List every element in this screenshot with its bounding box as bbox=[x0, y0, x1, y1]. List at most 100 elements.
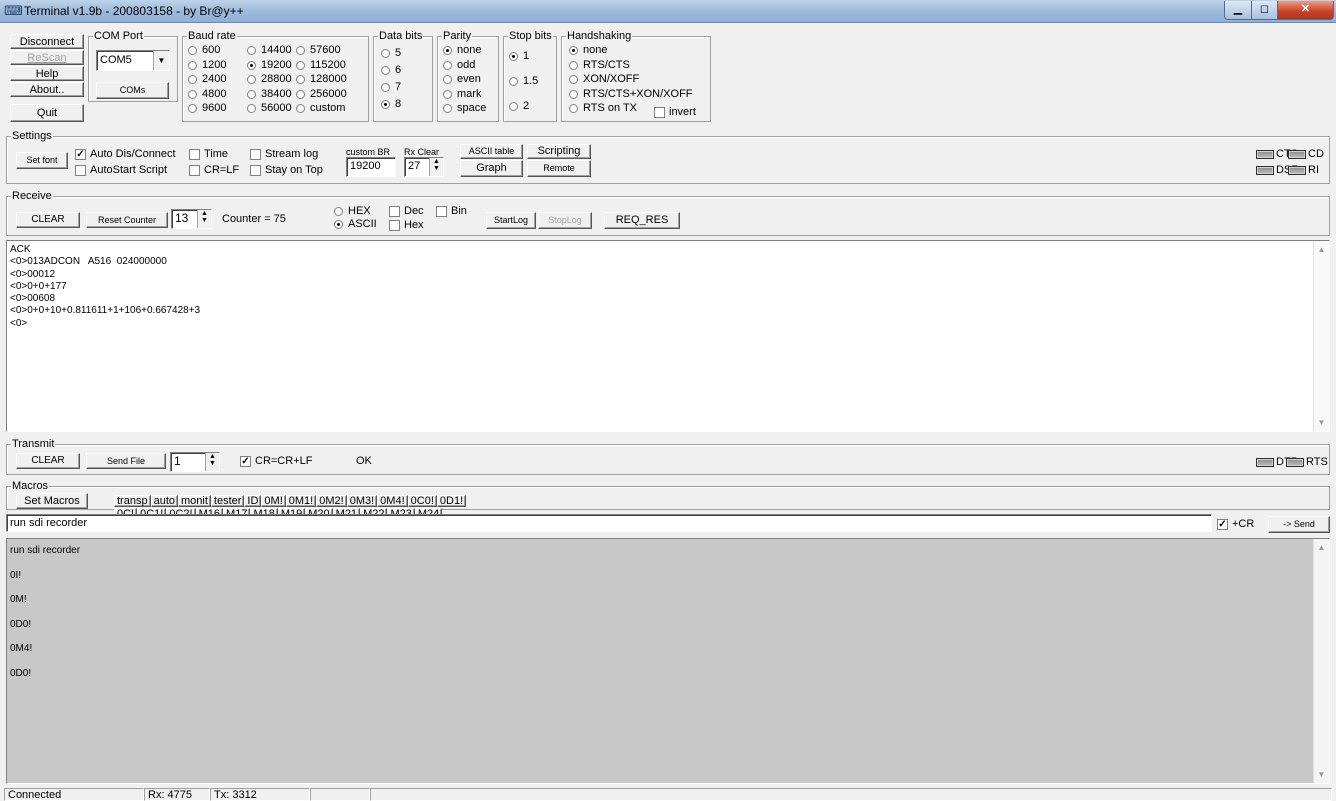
baud-radio-115200[interactable]: 115200 bbox=[296, 59, 346, 72]
disconnect-button[interactable]: Disconnect bbox=[10, 34, 84, 49]
bin-box[interactable] bbox=[436, 206, 447, 217]
stay-on-top-box[interactable] bbox=[250, 165, 261, 176]
bin-checkbox[interactable]: Bin bbox=[436, 205, 467, 218]
scripting-button[interactable]: Scripting bbox=[527, 144, 591, 159]
ascii-table-button[interactable]: ASCII table bbox=[460, 144, 523, 159]
radio-dot[interactable] bbox=[569, 46, 578, 55]
hex-radio[interactable]: HEX bbox=[334, 205, 371, 218]
parity-radio-mark[interactable]: mark bbox=[443, 88, 481, 101]
stay-on-top-checkbox[interactable]: Stay on Top bbox=[250, 164, 323, 177]
baud-radio-2400[interactable]: 2400 bbox=[188, 73, 226, 86]
macro-button-0m3-bang[interactable]: 0M3! bbox=[346, 495, 378, 507]
plus-cr-box[interactable] bbox=[1217, 519, 1228, 530]
output-scrollbar[interactable]: ▲ ▼ bbox=[1313, 539, 1329, 783]
receive-terminal[interactable]: ACK <0>013ADCON A516 024000000 <0>00012 <0>… bbox=[6, 240, 1330, 432]
auto-dis-connect-box[interactable] bbox=[75, 149, 86, 160]
radio-dot[interactable] bbox=[188, 104, 197, 113]
chevron-down-icon[interactable]: ▼ bbox=[153, 51, 169, 70]
macro-button-0c0-bang[interactable]: 0C0! bbox=[407, 495, 437, 507]
dec-checkbox[interactable]: Dec bbox=[389, 205, 424, 218]
macro-button-0m-bang[interactable]: 0M! bbox=[261, 495, 286, 507]
coms-button[interactable]: COMs bbox=[96, 82, 169, 99]
radio-dot[interactable] bbox=[381, 100, 390, 109]
macro-button-0m4-bang[interactable]: 0M4! bbox=[377, 495, 408, 507]
auto-dis-connect-checkbox[interactable]: Auto Dis/Connect bbox=[75, 148, 176, 161]
help-button[interactable]: Help bbox=[10, 66, 84, 81]
baud-radio-128000[interactable]: 128000 bbox=[296, 73, 347, 86]
com-port-select[interactable]: COM5 ▼ bbox=[96, 50, 170, 71]
radio-dot[interactable] bbox=[188, 46, 197, 55]
scroll-down-icon[interactable]: ▼ bbox=[1314, 418, 1329, 427]
handshaking-radio-2[interactable]: XON/XOFF bbox=[569, 73, 639, 86]
rescan-button[interactable]: ReScan bbox=[10, 50, 84, 65]
radio-dot[interactable] bbox=[443, 89, 452, 99]
send-button[interactable]: -> Send bbox=[1268, 516, 1330, 533]
radio-dot[interactable] bbox=[509, 52, 518, 61]
handshaking-radio-1[interactable]: RTS/CTS bbox=[569, 59, 630, 72]
set-font-button[interactable]: Set font bbox=[16, 152, 68, 169]
macro-button-auto[interactable]: auto bbox=[150, 495, 178, 507]
macro-button-monit[interactable]: monit bbox=[178, 495, 211, 507]
send-input[interactable]: run sdi recorder bbox=[6, 514, 1212, 532]
receive-scrollbar[interactable]: ▲ ▼ bbox=[1313, 241, 1329, 431]
handshaking-radio-0[interactable]: none bbox=[569, 44, 607, 57]
baud-radio-1200[interactable]: 1200 bbox=[188, 59, 226, 72]
radio-dot[interactable] bbox=[247, 46, 256, 55]
time-checkbox[interactable]: Time bbox=[189, 148, 228, 161]
data-bits-radio-7[interactable]: 7 bbox=[381, 81, 401, 94]
quit-button[interactable]: Quit bbox=[10, 104, 84, 122]
stoplog-button[interactable]: StopLog bbox=[538, 212, 592, 229]
radio-dot[interactable] bbox=[247, 60, 256, 70]
parity-radio-space[interactable]: space bbox=[443, 102, 486, 115]
baud-radio-600[interactable]: 600 bbox=[188, 44, 220, 57]
data-bits-radio-5[interactable]: 5 bbox=[381, 47, 401, 60]
baud-radio-custom[interactable]: custom bbox=[296, 102, 345, 115]
macro-button-0d1-bang[interactable]: 0D1! bbox=[436, 495, 467, 507]
minimize-button[interactable]: ▁ bbox=[1224, 1, 1252, 20]
radio-dot[interactable] bbox=[334, 207, 343, 216]
cr-lf-box[interactable] bbox=[189, 165, 200, 176]
parity-radio-odd[interactable]: odd bbox=[443, 59, 475, 72]
parity-radio-even[interactable]: even bbox=[443, 73, 481, 86]
radio-dot[interactable] bbox=[296, 60, 305, 70]
about-button[interactable]: About.. bbox=[10, 82, 84, 97]
radio-dot[interactable] bbox=[569, 89, 578, 99]
counter-spinner[interactable]: 13 ▲ ▼ bbox=[171, 209, 212, 229]
spin-arrows-icon[interactable]: ▲ ▼ bbox=[205, 453, 219, 471]
set-macros-button[interactable]: Set Macros bbox=[16, 493, 88, 509]
macro-button-0m2-bang[interactable]: 0M2! bbox=[316, 495, 347, 507]
invert-checkbox[interactable]: invert bbox=[654, 106, 696, 119]
radio-dot[interactable] bbox=[296, 75, 305, 84]
send-file-button[interactable]: Send File bbox=[86, 453, 166, 469]
transmit-spinner[interactable]: 1 ▲ ▼ bbox=[170, 452, 220, 472]
req-res-button[interactable]: REQ_RES bbox=[604, 212, 680, 229]
radio-dot[interactable] bbox=[247, 89, 256, 99]
macro-button-0m1-bang[interactable]: 0M1! bbox=[285, 495, 317, 507]
cr-crlf-box[interactable] bbox=[240, 456, 251, 467]
receive-clear-button[interactable]: CLEAR bbox=[16, 212, 80, 228]
stop-bits-radio-1-5[interactable]: 1.5 bbox=[509, 75, 538, 88]
radio-dot[interactable] bbox=[509, 102, 518, 111]
stream-log-checkbox[interactable]: Stream log bbox=[250, 148, 318, 161]
radio-dot[interactable] bbox=[443, 46, 452, 55]
radio-dot[interactable] bbox=[334, 220, 343, 229]
radio-dot[interactable] bbox=[381, 66, 390, 75]
baud-radio-56000[interactable]: 56000 bbox=[247, 102, 292, 115]
graph-button[interactable]: Graph bbox=[460, 160, 523, 177]
radio-dot[interactable] bbox=[296, 104, 305, 113]
stream-log-box[interactable] bbox=[250, 149, 261, 160]
baud-radio-38400[interactable]: 38400 bbox=[247, 88, 292, 101]
ascii-radio[interactable]: ASCII bbox=[334, 218, 377, 231]
radio-dot[interactable] bbox=[569, 104, 578, 113]
radio-dot[interactable] bbox=[509, 77, 518, 86]
radio-dot[interactable] bbox=[443, 104, 452, 113]
scroll-up-icon[interactable]: ▲ bbox=[1314, 245, 1329, 254]
autostart-script-box[interactable] bbox=[75, 165, 86, 176]
invert-check-box[interactable] bbox=[654, 107, 665, 118]
spin-arrows-icon[interactable]: ▲ ▼ bbox=[197, 210, 211, 228]
handshaking-radio-3[interactable]: RTS/CTS+XON/XOFF bbox=[569, 88, 693, 101]
custom-br-input[interactable]: 19200 bbox=[346, 157, 396, 177]
radio-dot[interactable] bbox=[188, 60, 197, 70]
baud-radio-19200[interactable]: 19200 bbox=[247, 59, 292, 72]
data-bits-radio-6[interactable]: 6 bbox=[381, 64, 401, 77]
